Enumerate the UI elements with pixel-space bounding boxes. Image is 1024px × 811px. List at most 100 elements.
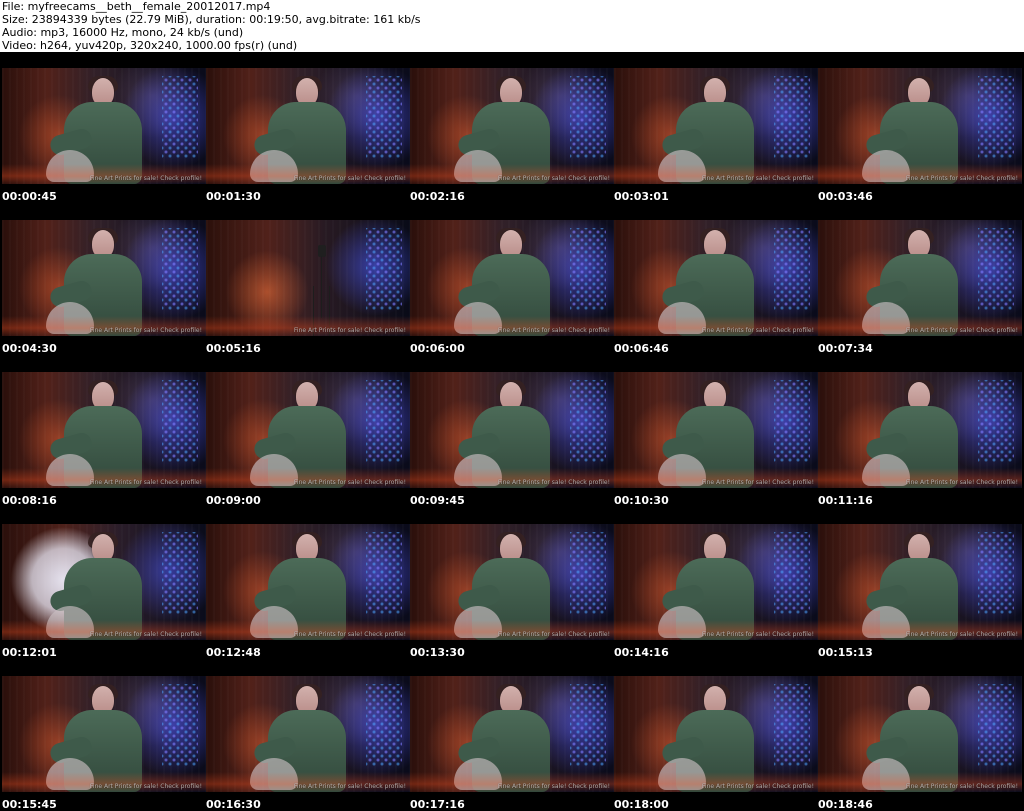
thumbnail-tile: Fine Art Prints for sale! Check profile!… — [818, 372, 1022, 524]
thumbnail-timestamp: 00:03:01 — [614, 190, 669, 203]
watermark-text: Fine Art Prints for sale! Check profile! — [293, 783, 406, 790]
video-frame-thumbnail: Fine Art Prints for sale! Check profile! — [614, 524, 818, 640]
thumbnail-timestamp: 00:15:45 — [2, 798, 57, 811]
video-frame-thumbnail: Fine Art Prints for sale! Check profile! — [2, 372, 206, 488]
thumbnail-tile: Fine Art Prints for sale! Check profile!… — [2, 220, 206, 372]
watermark-text: Fine Art Prints for sale! Check profile! — [905, 783, 1018, 790]
watermark-text: Fine Art Prints for sale! Check profile! — [701, 175, 814, 182]
thumbnail-tile: Fine Art Prints for sale! Check profile!… — [410, 68, 614, 220]
video-frame-thumbnail: Fine Art Prints for sale! Check profile! — [206, 524, 410, 640]
thumbnail-timestamp: 00:11:16 — [818, 494, 873, 507]
watermark-text: Fine Art Prints for sale! Check profile! — [293, 175, 406, 182]
video-frame-thumbnail: Fine Art Prints for sale! Check profile! — [410, 68, 614, 184]
thumbnail-timestamp: 00:10:30 — [614, 494, 669, 507]
thumbnail-tile: Fine Art Prints for sale! Check profile!… — [818, 68, 1022, 220]
thumbnail-tile: Fine Art Prints for sale! Check profile!… — [410, 372, 614, 524]
thumbnail-tile: Fine Art Prints for sale! Check profile!… — [410, 524, 614, 676]
video-frame-thumbnail: Fine Art Prints for sale! Check profile! — [410, 524, 614, 640]
watermark-text: Fine Art Prints for sale! Check profile! — [701, 327, 814, 334]
video-frame-thumbnail: Fine Art Prints for sale! Check profile! — [818, 68, 1022, 184]
watermark-text: Fine Art Prints for sale! Check profile! — [89, 479, 202, 486]
thumbnail-sheet: Fine Art Prints for sale! Check profile!… — [0, 52, 1024, 811]
watermark-text: Fine Art Prints for sale! Check profile! — [497, 631, 610, 638]
watermark-text: Fine Art Prints for sale! Check profile! — [905, 175, 1018, 182]
thumbnail-tile: Fine Art Prints for sale! Check profile!… — [2, 68, 206, 220]
size-line: Size: 23894339 bytes (22.79 MiB), durati… — [2, 13, 421, 26]
file-line: File: myfreecams__beth__female_20012017.… — [2, 0, 271, 13]
thumbnail-tile: Fine Art Prints for sale! Check profile!… — [206, 372, 410, 524]
thumbnail-timestamp: 00:14:16 — [614, 646, 669, 659]
watermark-text: Fine Art Prints for sale! Check profile! — [293, 631, 406, 638]
watermark-text: Fine Art Prints for sale! Check profile! — [89, 631, 202, 638]
thumbnail-grid: Fine Art Prints for sale! Check profile!… — [2, 68, 1022, 811]
video-frame-thumbnail: Fine Art Prints for sale! Check profile! — [410, 676, 614, 792]
video-frame-thumbnail: Fine Art Prints for sale! Check profile! — [2, 220, 206, 336]
video-frame-thumbnail: Fine Art Prints for sale! Check profile! — [410, 372, 614, 488]
video-frame-thumbnail: Fine Art Prints for sale! Check profile! — [818, 220, 1022, 336]
thumbnail-tile: Fine Art Prints for sale! Check profile!… — [206, 524, 410, 676]
thumbnail-tile: Fine Art Prints for sale! Check profile!… — [410, 676, 614, 811]
video-frame-thumbnail: Fine Art Prints for sale! Check profile! — [2, 676, 206, 792]
video-frame-thumbnail: Fine Art Prints for sale! Check profile! — [206, 372, 410, 488]
watermark-text: Fine Art Prints for sale! Check profile! — [89, 175, 202, 182]
video-frame-thumbnail: Fine Art Prints for sale! Check profile! — [2, 524, 206, 640]
thumbnail-tile: Fine Art Prints for sale! Check profile!… — [206, 676, 410, 811]
thumbnail-timestamp: 00:15:13 — [818, 646, 873, 659]
video-frame-thumbnail: Fine Art Prints for sale! Check profile! — [206, 676, 410, 792]
thumbnail-timestamp: 00:03:46 — [818, 190, 873, 203]
thumbnail-tile: Fine Art Prints for sale! Check profile!… — [410, 220, 614, 372]
thumbnail-timestamp: 00:02:16 — [410, 190, 465, 203]
thumbnail-timestamp: 00:00:45 — [2, 190, 57, 203]
thumbnail-timestamp: 00:08:16 — [2, 494, 57, 507]
thumbnail-timestamp: 00:18:00 — [614, 798, 669, 811]
watermark-text: Fine Art Prints for sale! Check profile! — [89, 783, 202, 790]
watermark-text: Fine Art Prints for sale! Check profile! — [497, 479, 610, 486]
thumbnail-tile: Fine Art Prints for sale! Check profile!… — [614, 220, 818, 372]
thumbnail-timestamp: 00:09:00 — [206, 494, 261, 507]
thumbnail-timestamp: 00:12:48 — [206, 646, 261, 659]
thumbnail-timestamp: 00:07:34 — [818, 342, 873, 355]
watermark-text: Fine Art Prints for sale! Check profile! — [701, 631, 814, 638]
video-frame-thumbnail: Fine Art Prints for sale! Check profile! — [614, 68, 818, 184]
video-frame-thumbnail: Fine Art Prints for sale! Check profile! — [410, 220, 614, 336]
video-frame-thumbnail: Fine Art Prints for sale! Check profile! — [818, 524, 1022, 640]
thumbnail-timestamp: 00:16:30 — [206, 798, 261, 811]
thumbnail-tile: Fine Art Prints for sale! Check profile!… — [614, 68, 818, 220]
watermark-text: Fine Art Prints for sale! Check profile! — [497, 327, 610, 334]
thumbnail-tile: Fine Art Prints for sale! Check profile!… — [818, 676, 1022, 811]
video-frame-thumbnail: Fine Art Prints for sale! Check profile! — [2, 68, 206, 184]
thumbnail-timestamp: 00:13:30 — [410, 646, 465, 659]
thumbnail-timestamp: 00:18:46 — [818, 798, 873, 811]
thumbnail-tile: Fine Art Prints for sale! Check profile!… — [2, 372, 206, 524]
thumbnail-timestamp: 00:01:30 — [206, 190, 261, 203]
video-frame-thumbnail: Fine Art Prints for sale! Check profile! — [614, 220, 818, 336]
thumbnail-tile: Fine Art Prints for sale! Check profile!… — [2, 524, 206, 676]
watermark-text: Fine Art Prints for sale! Check profile! — [701, 783, 814, 790]
watermark-text: Fine Art Prints for sale! Check profile! — [89, 327, 202, 334]
watermark-text: Fine Art Prints for sale! Check profile! — [293, 479, 406, 486]
watermark-text: Fine Art Prints for sale! Check profile! — [905, 479, 1018, 486]
audio-line: Audio: mp3, 16000 Hz, mono, 24 kb/s (und… — [2, 26, 244, 39]
tripod-figure — [309, 245, 333, 323]
thumbnail-timestamp: 00:09:45 — [410, 494, 465, 507]
video-frame-thumbnail: Fine Art Prints for sale! Check profile! — [206, 68, 410, 184]
video-metadata-header: File: myfreecams__beth__female_20012017.… — [2, 0, 1022, 52]
video-line: Video: h264, yuv420p, 320x240, 1000.00 f… — [2, 39, 298, 52]
thumbnail-timestamp: 00:06:46 — [614, 342, 669, 355]
thumbnail-timestamp: 00:04:30 — [2, 342, 57, 355]
thumbnail-tile: Fine Art Prints for sale! Check profile!… — [818, 524, 1022, 676]
thumbnail-tile: Fine Art Prints for sale! Check profile!… — [614, 524, 818, 676]
video-frame-thumbnail: Fine Art Prints for sale! Check profile! — [614, 372, 818, 488]
thumbnail-timestamp: 00:17:16 — [410, 798, 465, 811]
thumbnail-tile: Fine Art Prints for sale! Check profile!… — [2, 676, 206, 811]
thumbnail-tile: Fine Art Prints for sale! Check profile!… — [818, 220, 1022, 372]
watermark-text: Fine Art Prints for sale! Check profile! — [497, 175, 610, 182]
video-frame-thumbnail: Fine Art Prints for sale! Check profile! — [818, 372, 1022, 488]
thumbnail-tile: Fine Art Prints for sale! Check profile!… — [614, 676, 818, 811]
watermark-text: Fine Art Prints for sale! Check profile! — [701, 479, 814, 486]
video-frame-thumbnail: Fine Art Prints for sale! Check profile! — [206, 220, 410, 336]
thumbnail-tile: Fine Art Prints for sale! Check profile!… — [206, 68, 410, 220]
thumbnail-timestamp: 00:06:00 — [410, 342, 465, 355]
thumbnail-timestamp: 00:12:01 — [2, 646, 57, 659]
video-frame-thumbnail: Fine Art Prints for sale! Check profile! — [818, 676, 1022, 792]
